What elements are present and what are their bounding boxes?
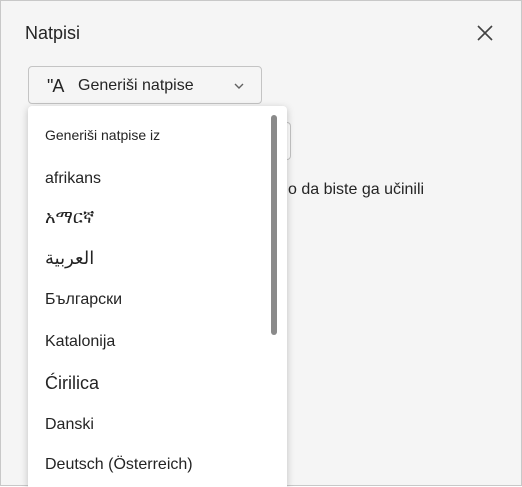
- captions-panel: Natpisi "A Generiši natpise o da biste g…: [0, 0, 522, 487]
- chevron-down-icon: [234, 83, 244, 89]
- language-option[interactable]: አማርኛ: [45, 207, 94, 228]
- language-option[interactable]: Danski: [45, 416, 94, 434]
- close-button[interactable]: [469, 17, 501, 49]
- generate-captions-label: Generiši natpise: [78, 77, 194, 94]
- captions-icon: "A: [47, 76, 64, 96]
- dropdown-header: Generiši natpise iz: [45, 127, 161, 143]
- close-icon: [477, 25, 493, 41]
- dropdown-scrollbar[interactable]: [271, 115, 277, 335]
- background-text: o da biste ga učinili: [288, 181, 425, 198]
- language-option[interactable]: Deutsch (Österreich): [45, 456, 193, 474]
- generate-captions-button[interactable]: "A Generiši natpise: [28, 66, 262, 104]
- panel-title: Natpisi: [25, 23, 81, 43]
- language-option[interactable]: العربية: [45, 248, 94, 269]
- language-option[interactable]: Ćirilica: [45, 373, 99, 394]
- language-option[interactable]: Български: [45, 291, 122, 309]
- language-option[interactable]: afrikans: [45, 170, 101, 188]
- language-dropdown[interactable]: Generiši natpise iz afrikans አማርኛ العربي…: [28, 106, 287, 487]
- language-option[interactable]: Katalonija: [45, 333, 115, 351]
